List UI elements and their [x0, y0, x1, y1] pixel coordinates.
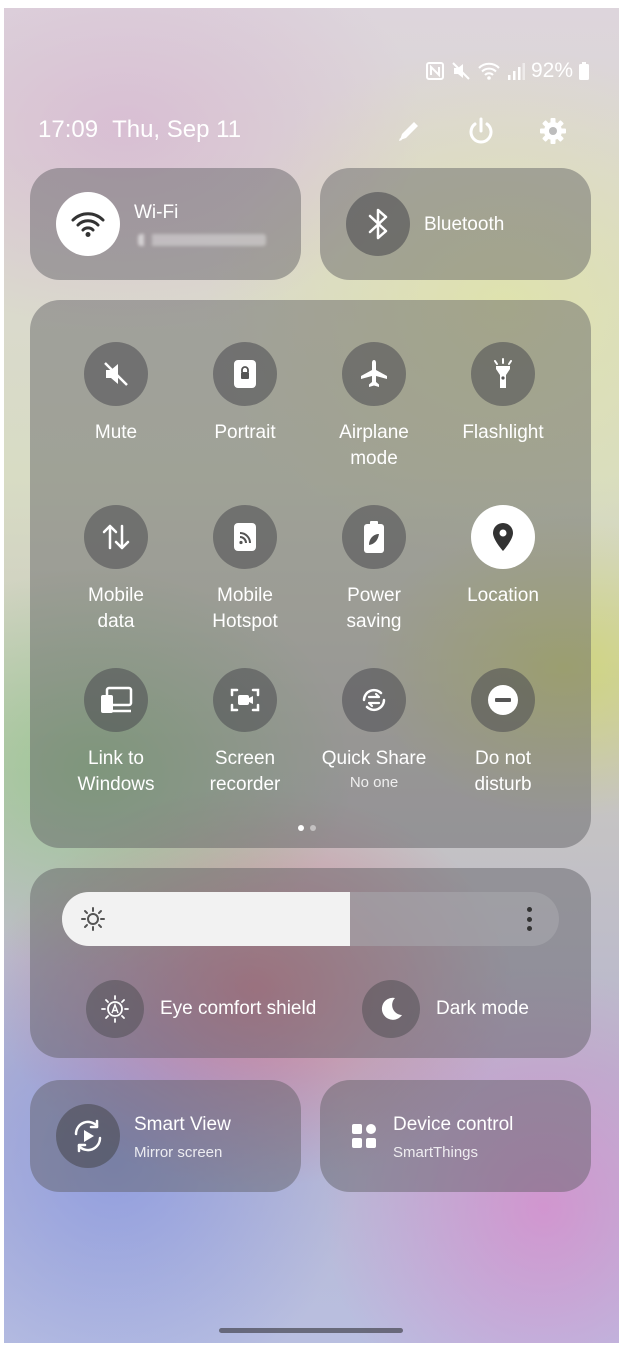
eye-comfort-label: Eye comfort shield [160, 998, 317, 1019]
qs-location[interactable]: Location [439, 505, 567, 609]
smart-view-tile[interactable]: Smart View Mirror screen [30, 1080, 301, 1192]
quick-settings-grid: Mute Portrait Airplane mode Flashlight M [30, 300, 591, 848]
wifi-network-name-redacted [138, 234, 266, 246]
nfc-icon [425, 61, 445, 81]
qs-label: Do not disturb [474, 748, 532, 795]
qs-screen-recorder[interactable]: Screen recorder [181, 668, 309, 798]
mobile-data-icon [84, 505, 148, 569]
brightness-more-options-icon[interactable] [519, 905, 539, 933]
page-dot [310, 825, 316, 831]
qs-label: Power saving [346, 585, 402, 632]
battery-icon [579, 62, 589, 80]
qs-label: Flashlight [462, 422, 544, 443]
qs-flashlight[interactable]: Flashlight [439, 342, 567, 446]
wifi-tile[interactable]: Wi-Fi [30, 168, 301, 280]
eye-comfort-shield-toggle[interactable]: Eye comfort shield [86, 980, 316, 1038]
portrait-lock-icon [213, 342, 277, 406]
settings-icon[interactable] [536, 114, 570, 148]
qs-label: Portrait [214, 422, 276, 443]
qs-quick-share[interactable]: Quick Share No one [310, 668, 438, 794]
smart-view-icon[interactable] [56, 1104, 120, 1168]
signal-icon [507, 61, 525, 81]
qs-label: Screen recorder [209, 748, 281, 795]
device-control-tile[interactable]: Device control SmartThings [320, 1080, 591, 1192]
qs-label: Quick Share [321, 748, 427, 769]
flashlight-icon [471, 342, 535, 406]
dark-mode-label: Dark mode [436, 998, 529, 1019]
hotspot-icon [213, 505, 277, 569]
qs-label: Airplane mode [339, 422, 409, 469]
device-control-icon [350, 1122, 378, 1150]
moon-icon [362, 980, 420, 1038]
date[interactable]: Thu, Sep 11 [112, 116, 241, 144]
qs-airplane-mode[interactable]: Airplane mode [310, 342, 438, 472]
smart-view-subtitle: Mirror screen [134, 1144, 223, 1161]
qs-do-not-disturb[interactable]: Do not disturb [439, 668, 567, 798]
quick-share-icon [342, 668, 406, 732]
qs-mute[interactable]: Mute [52, 342, 180, 446]
qs-portrait[interactable]: Portrait [181, 342, 309, 446]
edit-icon[interactable] [392, 114, 426, 148]
screen-recorder-icon [213, 668, 277, 732]
page-dot-active [298, 825, 304, 831]
clock[interactable]: 17:09 [38, 116, 98, 144]
mute-icon [84, 342, 148, 406]
eye-comfort-icon [86, 980, 144, 1038]
device-control-title: Device control [393, 1114, 514, 1135]
header-actions [392, 114, 570, 148]
qs-mobile-hotspot[interactable]: Mobile Hotspot [181, 505, 309, 635]
home-gesture-bar[interactable] [219, 1328, 403, 1333]
qs-label: Mute [94, 422, 138, 443]
page-indicator [298, 825, 316, 831]
bluetooth-icon[interactable] [346, 192, 410, 256]
qs-power-saving[interactable]: Power saving [310, 505, 438, 635]
qs-mobile-data[interactable]: Mobile data [52, 505, 180, 635]
bluetooth-tile[interactable]: Bluetooth [320, 168, 591, 280]
battery-text: 92% [530, 59, 573, 82]
device-control-subtitle: SmartThings [393, 1144, 479, 1161]
qs-label: Mobile data [88, 585, 144, 632]
smart-view-title: Smart View [134, 1114, 231, 1135]
qs-sublabel: No one [349, 774, 399, 791]
power-icon[interactable] [464, 114, 498, 148]
status-bar: 92% [425, 58, 589, 84]
quick-panel-screen: 92% 17:09 Thu, Sep 11 Wi-Fi Bluetooth Mu… [4, 8, 619, 1343]
brightness-slider[interactable] [62, 892, 559, 946]
dark-mode-toggle[interactable]: Dark mode [362, 980, 529, 1038]
mute-icon [451, 61, 471, 81]
bluetooth-label: Bluetooth [424, 214, 505, 235]
do-not-disturb-icon [471, 668, 535, 732]
qs-label: Mobile Hotspot [212, 585, 278, 632]
link-windows-icon [84, 668, 148, 732]
qs-label: Link to Windows [77, 748, 155, 795]
brightness-panel: Eye comfort shield Dark mode [30, 868, 591, 1058]
datetime: 17:09 Thu, Sep 11 [38, 116, 241, 144]
wifi-icon [477, 61, 501, 81]
location-icon [471, 505, 535, 569]
power-saving-icon [342, 505, 406, 569]
brightness-icon [80, 906, 106, 937]
wifi-toggle-icon[interactable] [56, 192, 120, 256]
qs-link-to-windows[interactable]: Link to Windows [52, 668, 180, 798]
airplane-icon [342, 342, 406, 406]
wifi-label: Wi-Fi [134, 202, 179, 223]
qs-label: Location [467, 585, 539, 606]
